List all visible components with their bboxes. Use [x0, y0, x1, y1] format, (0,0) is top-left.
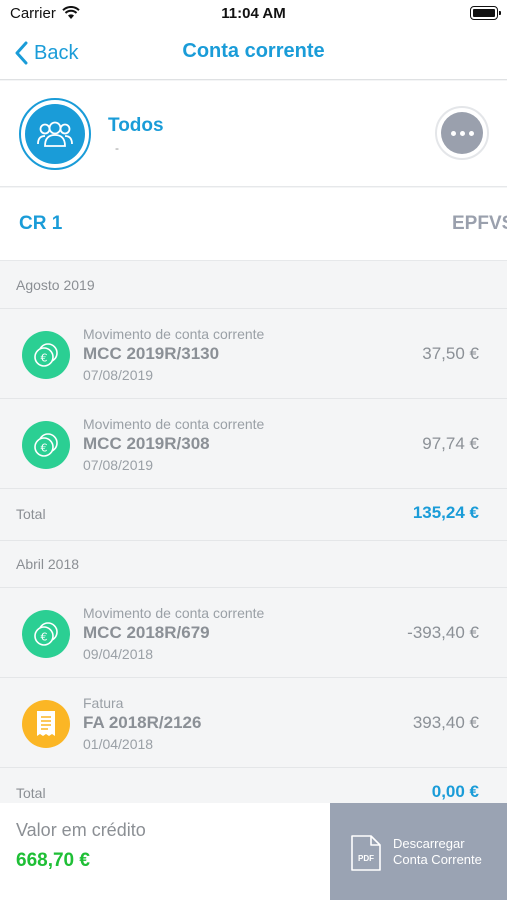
- users-group-icon: [37, 121, 73, 147]
- section-total: Total 0,00 €: [0, 768, 507, 803]
- euro-coins-icon: €: [22, 610, 70, 658]
- more-dots-icon: [441, 112, 483, 154]
- invoice-icon: [22, 700, 70, 748]
- battery-icon: [470, 6, 501, 20]
- total-label: Total: [16, 506, 46, 522]
- entity-subtitle: -: [115, 141, 119, 155]
- euro-coins-icon: €: [22, 331, 70, 379]
- movements-list[interactable]: Agosto 2019 € Movimento de conta corrent…: [0, 262, 507, 803]
- list-item[interactable]: € Movimento de conta corrente MCC 2018R/…: [0, 588, 507, 678]
- movement-document: MCC 2019R/308: [83, 434, 210, 453]
- list-item[interactable]: € Movimento de conta corrente MCC 2019R/…: [0, 309, 507, 399]
- svg-text:€: €: [41, 631, 48, 644]
- entity-header: Todos -: [0, 81, 507, 187]
- avatar[interactable]: [19, 98, 91, 170]
- download-label-line2: Conta Corrente: [393, 852, 482, 867]
- credit-label: Valor em crédito: [16, 820, 146, 840]
- movement-date: 07/08/2019: [83, 367, 154, 383]
- pdf-badge-text: PDF: [358, 854, 374, 863]
- download-statement-button[interactable]: PDF Descarregar Conta Corrente: [330, 803, 507, 900]
- back-button[interactable]: Back: [14, 38, 78, 68]
- back-label: Back: [34, 41, 79, 64]
- status-bar: Carrier 11:04 AM: [0, 0, 507, 28]
- list-item[interactable]: € Movimento de conta corrente MCC 2019R/…: [0, 399, 507, 489]
- more-options-button[interactable]: [435, 106, 489, 160]
- chevron-left-icon: [15, 41, 28, 65]
- account-tabs: CR 1 EPFVS: [0, 188, 507, 261]
- svg-text:€: €: [41, 352, 48, 365]
- pdf-file-icon: PDF: [350, 834, 382, 877]
- status-time: 11:04 AM: [221, 5, 286, 22]
- total-value: 0,00 €: [431, 782, 479, 801]
- movement-date: 07/08/2019: [83, 457, 154, 473]
- movement-type: Movimento de conta corrente: [83, 605, 265, 621]
- movement-document: FA 2018R/2126: [83, 713, 202, 732]
- movement-document: MCC 2019R/3130: [83, 344, 220, 363]
- navigation-bar: Back Conta corrente: [0, 28, 507, 80]
- entity-name: Todos: [108, 115, 164, 136]
- total-value: 135,24 €: [412, 503, 479, 522]
- download-label: Descarregar Conta Corrente: [393, 836, 503, 868]
- movement-date: 09/04/2018: [83, 646, 154, 662]
- movement-date: 01/04/2018: [83, 736, 154, 752]
- credit-value: 668,70 €: [16, 850, 90, 871]
- movement-document: MCC 2018R/679: [83, 623, 210, 642]
- movement-type: Movimento de conta corrente: [83, 416, 265, 432]
- tab-cr1[interactable]: CR 1: [19, 213, 62, 235]
- list-item[interactable]: Fatura FA 2018R/2126 01/04/2018 393,40 €: [0, 678, 507, 768]
- download-label-line1: Descarregar: [393, 836, 465, 851]
- total-label: Total: [16, 785, 46, 801]
- movement-amount: -393,40 €: [407, 623, 479, 642]
- movement-amount: 393,40 €: [412, 713, 479, 732]
- movement-type: Movimento de conta corrente: [83, 326, 265, 342]
- tab-epfvs[interactable]: EPFVS: [452, 213, 507, 235]
- movement-amount: 97,74 €: [422, 434, 479, 453]
- footer-bar: Valor em crédito 668,70 € PDF Descarrega…: [0, 803, 507, 900]
- section-total: Total 135,24 €: [0, 489, 507, 541]
- movement-type: Fatura: [83, 695, 124, 711]
- movement-amount: 37,50 €: [422, 344, 479, 363]
- svg-text:€: €: [41, 442, 48, 455]
- section-header: Agosto 2019: [0, 262, 507, 309]
- euro-coins-icon: €: [22, 421, 70, 469]
- section-header: Abril 2018: [0, 541, 507, 588]
